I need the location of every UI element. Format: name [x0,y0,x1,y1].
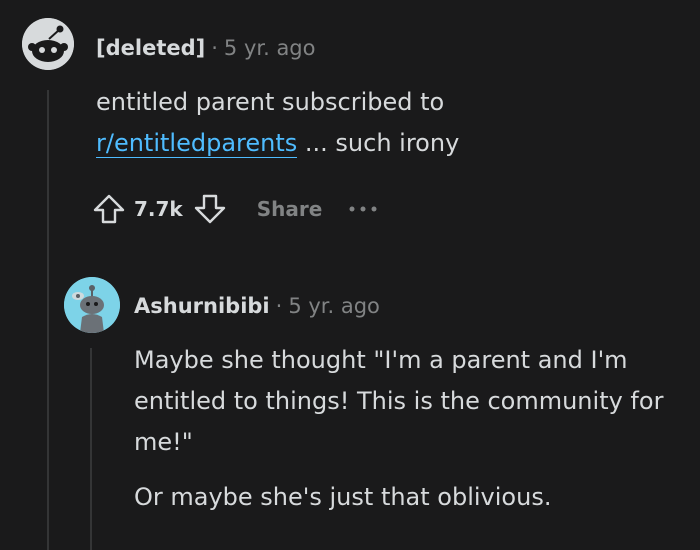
meta-separator: · [275,294,283,318]
share-button[interactable]: Share [257,197,323,221]
more-dots-icon [349,206,377,212]
reply-meta: Ashurnibibi · 5 yr. ago [134,292,380,320]
comment-thread-line[interactable] [47,90,49,550]
more-options-button[interactable] [348,204,378,214]
snoo-grey-icon [22,18,74,70]
deleted-user-avatar[interactable] [22,18,74,70]
comment-meta: [deleted] · 5 yr. ago [96,34,316,62]
comment-text-after-link: ... such irony [297,129,460,157]
reply-body: Maybe she thought "I'm a parent and I'm … [134,340,684,518]
reply-age[interactable]: 5 yr. ago [288,294,380,318]
arrow-up-icon [93,194,125,224]
subreddit-link[interactable]: r/entitledparents [96,129,298,158]
downvote-button[interactable] [193,192,227,226]
comment-thread: [deleted] · 5 yr. ago entitled parent subs… [0,0,700,550]
comment-text-line2: r/entitledparents ... such irony [96,123,676,164]
reply-paragraph-1: Maybe she thought "I'm a parent and I'm … [134,346,664,456]
upvote-button[interactable] [92,192,126,226]
comment-body: entitled parent subscribed to r/entitled… [96,82,676,164]
comment-actions: 7.7k Share [92,192,378,226]
comment-age[interactable]: 5 yr. ago [224,36,316,60]
vote-score: 7.7k [134,197,183,221]
reply-avatar[interactable] [64,277,120,333]
snoo-avatar-icon [64,277,120,333]
reply-author[interactable]: Ashurnibibi [134,294,270,318]
arrow-down-icon [194,194,225,224]
reply-thread-line[interactable] [90,348,92,550]
reply-paragraph-2: Or maybe she's just that oblivious. [134,483,552,511]
meta-separator: · [211,36,218,60]
comment-text-line1: entitled parent subscribed to [96,88,445,116]
comment-author[interactable]: [deleted] [96,36,205,60]
